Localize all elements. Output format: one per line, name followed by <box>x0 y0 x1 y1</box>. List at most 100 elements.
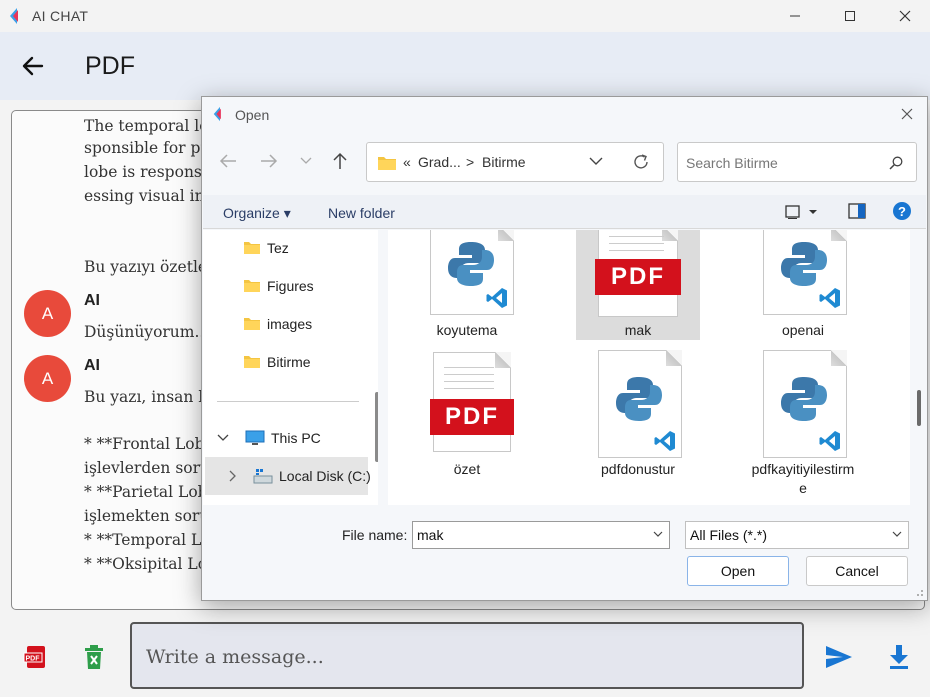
address-bar[interactable]: « Grad... > Bitirme <box>366 142 664 182</box>
file-item-pdfkayitiyilestirme[interactable]: pdfkayitiyilestirm e <box>741 350 865 500</box>
nav-scrollbar[interactable] <box>375 392 378 462</box>
message-line: essing visual int <box>84 187 211 205</box>
breadcrumb-prefix[interactable]: « <box>403 154 411 170</box>
message-text: Düşünüyorum... <box>84 323 210 341</box>
pdf-file-icon: PDF <box>430 352 514 452</box>
arrow-left-icon <box>219 154 236 168</box>
chevron-right-icon[interactable] <box>229 470 237 482</box>
breadcrumb-segment[interactable]: Grad... <box>418 154 461 170</box>
clear-chat-button[interactable] <box>80 642 108 672</box>
nav-folder-figures[interactable]: Figures <box>243 278 314 294</box>
chevron-down-icon[interactable] <box>217 434 229 442</box>
file-item-pdfdonustur[interactable]: pdfdonustur <box>576 350 700 477</box>
nav-forward-button[interactable] <box>255 147 283 175</box>
file-name: pdfdonustur <box>601 461 675 477</box>
chevron-down-icon <box>892 531 902 537</box>
download-button[interactable] <box>884 640 914 674</box>
navigation-pane: Tez Figures images Bitirme This PC Local… <box>203 230 378 505</box>
send-button[interactable] <box>822 640 856 674</box>
chevron-down-icon[interactable] <box>589 156 603 166</box>
upload-pdf-button[interactable]: PDF <box>20 642 50 672</box>
file-item-openai[interactable]: openai <box>741 230 865 340</box>
folder-icon <box>244 280 260 292</box>
file-name-wrap: e <box>799 480 807 496</box>
search-input[interactable]: Search Bitirme <box>677 142 917 182</box>
composer-bar: PDF Write a message... <box>0 612 930 697</box>
maximize-button[interactable] <box>827 0 873 32</box>
file-name: koyutema <box>436 322 498 338</box>
avatar: A <box>24 290 71 337</box>
file-name: openai <box>781 322 825 338</box>
python-file-icon <box>763 350 847 458</box>
nav-folder-tez[interactable]: Tez <box>243 240 289 256</box>
arrow-left-icon <box>22 56 44 76</box>
window-title: AI CHAT <box>32 8 89 24</box>
dialog-title: Open <box>235 107 270 123</box>
organize-button[interactable]: Organize ▾ <box>223 205 291 222</box>
avatar: A <box>24 355 71 402</box>
nav-back-button[interactable] <box>214 147 242 175</box>
nav-folder-images[interactable]: images <box>243 316 312 332</box>
vscode-badge-icon <box>486 288 507 308</box>
file-list-scrollbar[interactable] <box>917 390 921 426</box>
dialog-close-button[interactable] <box>895 103 919 125</box>
message-line: sponsible for pr <box>84 139 208 157</box>
app-logo-icon <box>10 8 18 24</box>
file-item-koyutema[interactable]: koyutema <box>405 230 529 340</box>
preview-pane-icon[interactable] <box>848 203 866 219</box>
file-list: koyutema PDF mak openai PDF özet pdfdonu… <box>388 230 910 505</box>
nav-divider <box>217 401 359 402</box>
recent-locations-button[interactable] <box>292 147 320 175</box>
file-item-ozet[interactable]: PDF özet <box>405 350 529 477</box>
message-sender: AI <box>84 292 100 309</box>
drive-icon <box>253 469 273 484</box>
monitor-icon <box>245 430 265 445</box>
cancel-button[interactable]: Cancel <box>806 556 908 586</box>
app-logo-icon <box>213 106 221 122</box>
user-message: Bu yazıyı özetle <box>84 258 208 276</box>
breadcrumb-segment[interactable]: Bitirme <box>482 154 526 170</box>
summary-line: * **Temporal Lo <box>84 531 211 549</box>
breadcrumb-separator: > <box>466 154 475 170</box>
nav-local-disk[interactable]: Local Disk (C:) <box>229 468 371 484</box>
chevron-down-icon[interactable] <box>653 531 663 538</box>
nav-this-pc[interactable]: This PC <box>217 430 321 446</box>
minimize-icon <box>790 15 800 17</box>
summary-line: işlevlerden soru <box>84 459 211 477</box>
message-text: Bu yazı, insan b <box>84 388 209 406</box>
file-name: pdfkayitiyilestirm <box>751 461 855 477</box>
new-folder-button[interactable]: New folder <box>328 205 395 221</box>
command-bar: Organize ▾ New folder ? <box>203 195 926 229</box>
help-icon[interactable]: ? <box>892 201 912 221</box>
dialog-titlebar: Open <box>202 97 927 131</box>
nav-up-button[interactable] <box>326 147 354 175</box>
open-button[interactable]: Open <box>687 556 789 586</box>
vscode-badge-icon <box>819 288 840 308</box>
message-input[interactable]: Write a message... <box>130 622 804 689</box>
close-window-button[interactable] <box>882 0 928 32</box>
arrow-up-icon <box>333 152 347 169</box>
back-button[interactable] <box>18 51 48 81</box>
maximize-icon <box>845 11 855 21</box>
close-icon <box>901 108 913 120</box>
summary-line: * **Oksipital Lo <box>84 555 208 573</box>
file-name: mak <box>624 322 652 338</box>
pdf-file-icon: PDF <box>595 230 681 317</box>
file-type-select[interactable]: All Files (*.*) <box>685 521 909 549</box>
file-name-input[interactable]: mak <box>412 521 670 549</box>
file-name: özet <box>453 461 481 477</box>
download-icon <box>890 645 908 669</box>
summary-line: * **Parietal Lob <box>84 483 208 501</box>
file-item-mak[interactable]: PDF mak <box>576 230 700 340</box>
arrow-right-icon <box>261 154 278 168</box>
minimize-button[interactable] <box>772 0 818 32</box>
nav-folder-bitirme[interactable]: Bitirme <box>243 354 311 370</box>
resize-grip-icon[interactable] <box>914 587 924 597</box>
folder-icon <box>244 242 260 254</box>
refresh-icon[interactable] <box>632 153 650 171</box>
view-options-icon[interactable] <box>785 204 817 220</box>
message-sender: AI <box>84 357 100 374</box>
message-line: The temporal lo <box>84 117 209 135</box>
close-icon <box>899 10 911 22</box>
svg-text:PDF: PDF <box>26 656 41 663</box>
